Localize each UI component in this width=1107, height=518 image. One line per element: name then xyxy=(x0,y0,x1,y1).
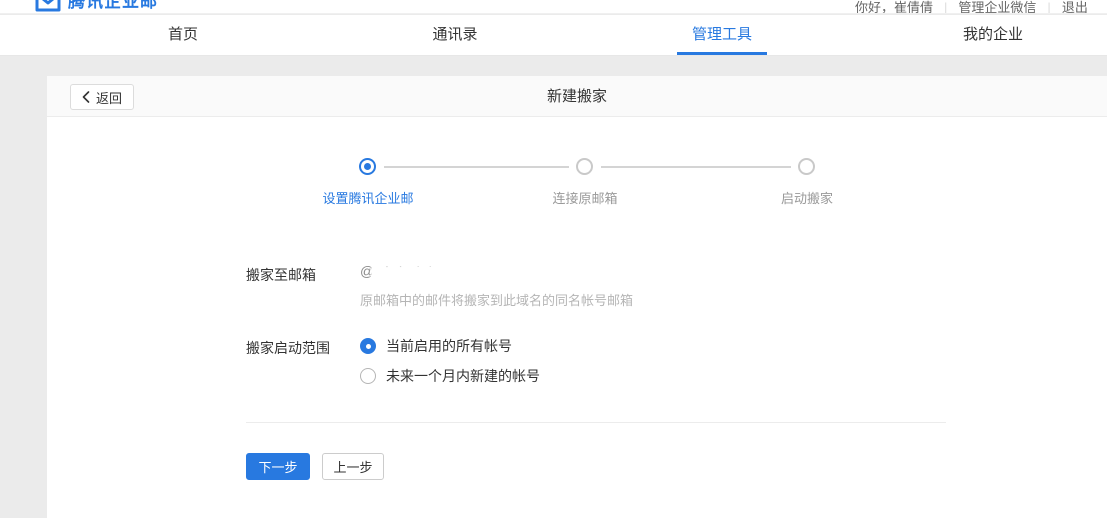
radio-unselected-icon[interactable] xyxy=(360,368,376,384)
page-title: 新建搬家 xyxy=(47,76,1107,117)
tab-admin-tools[interactable]: 管理工具 xyxy=(692,15,752,56)
user-links: 你好，崔倩倩 | 管理企业微信 | 退出 xyxy=(855,0,1088,14)
radio-label: 未来一个月内新建的帐号 xyxy=(386,366,540,386)
card-header: 返回 新建搬家 xyxy=(47,76,1107,117)
step-1-indicator xyxy=(359,158,376,175)
step-2-label: 连接原邮箱 xyxy=(552,188,617,207)
next-step-button[interactable]: 下一步 xyxy=(246,453,310,480)
section-divider xyxy=(246,422,946,423)
manage-wecom-link[interactable]: 管理企业微信 xyxy=(958,0,1036,14)
scope-option-all-accounts[interactable]: 当前启用的所有帐号 xyxy=(360,336,512,356)
step-2-indicator xyxy=(576,158,593,175)
scope-option-future-accounts[interactable]: 未来一个月内新建的帐号 xyxy=(360,366,540,386)
mailbox-field-label: 搬家至邮箱 xyxy=(246,265,316,285)
active-tab-underline xyxy=(677,52,767,55)
logo-text: 腾讯企业邮 xyxy=(68,0,158,14)
tab-contacts[interactable]: 通讯录 xyxy=(432,15,477,56)
divider: | xyxy=(1047,0,1050,14)
radio-selected-icon[interactable] xyxy=(360,338,376,354)
tab-my-company[interactable]: 我的企业 xyxy=(963,15,1023,56)
mailbox-domain-redacted: wh.baiyin.com xyxy=(374,263,476,279)
step-connector-1 xyxy=(384,166,569,168)
scope-field-label: 搬家启动范围 xyxy=(246,338,330,358)
previous-step-button[interactable]: 上一步 xyxy=(322,453,384,480)
logout-link[interactable]: 退出 xyxy=(1062,0,1088,14)
mailbox-domain-value: @wh.baiyin.com xyxy=(360,263,476,279)
mail-logo-icon xyxy=(35,0,61,14)
step-1-label: 设置腾讯企业邮 xyxy=(322,188,413,207)
greeting-text: 你好，崔倩倩 xyxy=(855,0,933,14)
step-connector-2 xyxy=(601,166,791,168)
mailbox-hint-text: 原邮箱中的邮件将搬家到此域名的同名帐号邮箱 xyxy=(360,290,633,309)
divider: | xyxy=(944,0,947,14)
migration-card: 返回 新建搬家 设置腾讯企业邮 连接原邮箱 启动搬家 搬家至邮箱 @wh.bai… xyxy=(47,76,1107,518)
radio-label: 当前启用的所有帐号 xyxy=(386,336,512,356)
app-logo[interactable]: 腾讯企业邮 xyxy=(35,0,158,14)
main-nav: 首页 通讯录 管理工具 我的企业 xyxy=(0,15,1107,56)
tab-home[interactable]: 首页 xyxy=(168,15,198,56)
step-3-label: 启动搬家 xyxy=(781,188,833,207)
step-3-indicator xyxy=(798,158,815,175)
topbar: 腾讯企业邮 你好，崔倩倩 | 管理企业微信 | 退出 xyxy=(0,0,1107,14)
